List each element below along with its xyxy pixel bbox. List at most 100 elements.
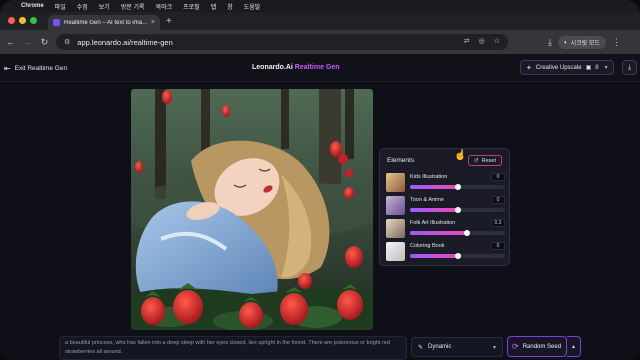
style-select-value: Dynamic	[428, 344, 452, 350]
browser-tab-strip: Realtime Gen – AI text to ima… × +	[0, 12, 640, 30]
elements-panel: Elements ↺ Reset Kids Illustration 0 Too…	[379, 148, 510, 266]
exit-label: Exit Realtime Gen	[14, 65, 68, 72]
slider-handle[interactable]	[454, 253, 461, 259]
slider-handle[interactable]	[454, 184, 461, 190]
exit-realtime-gen-button[interactable]: ⇤ Exit Realtime Gen	[4, 64, 67, 73]
brush-icon: ✎	[418, 344, 424, 351]
window-controls	[8, 17, 37, 24]
exit-arrow-icon: ⇤	[4, 64, 11, 73]
translate-icon[interactable]: ⇄	[464, 37, 470, 45]
seed-options-button[interactable]: ▴	[567, 336, 581, 357]
element-weight-slider[interactable]	[410, 207, 505, 213]
slider-fill	[410, 208, 458, 212]
app-header: ⇤ Exit Realtime Gen Leonardo.Ai Realtime…	[0, 54, 640, 82]
zoom-window-button[interactable]	[30, 17, 37, 24]
chevron-down-icon: ▾	[492, 344, 496, 351]
screen: Chrome 파일 수정 보기 방문 기록 북마크 프로필 탭 창 도움말 Re…	[0, 0, 640, 360]
element-thumbnail	[386, 242, 405, 261]
browser-toolbar: ← → ↻ ⚙ app.leonardo.ai/realtime-gen ⇄ ◎…	[0, 30, 640, 54]
brand-name: Leonardo.Ai	[252, 64, 293, 71]
element-label: Folk Art Illustration	[410, 220, 456, 226]
element-weight-input[interactable]: 0	[491, 196, 505, 204]
element-weight-input[interactable]: 0.3	[491, 219, 505, 227]
menubar-item-history[interactable]: 방문 기록	[121, 2, 145, 11]
incognito-label: 시크릿 모드	[570, 41, 600, 47]
incognito-badge[interactable]: ◐ 시크릿 모드	[557, 36, 606, 49]
menubar-item-view[interactable]: 보기	[99, 2, 110, 11]
leonardo-favicon-icon	[53, 19, 60, 26]
token-icon: ▣	[585, 65, 592, 71]
menubar-item-bookmarks[interactable]: 북마크	[156, 2, 173, 11]
element-item[interactable]: Coloring Book 0	[386, 242, 505, 262]
slider-fill	[410, 185, 458, 189]
sparkle-icon: ✦	[526, 64, 532, 72]
slider-handle[interactable]	[464, 230, 470, 236]
browser-tab-active[interactable]: Realtime Gen – AI text to ima… ×	[48, 15, 160, 30]
elements-panel-title: Elements	[387, 157, 415, 164]
element-thumbnail	[386, 219, 405, 238]
chevron-down-icon: ▾	[604, 65, 608, 71]
address-bar[interactable]: ⚙ app.leonardo.ai/realtime-gen ⇄ ◎ ☆	[56, 34, 508, 50]
close-window-button[interactable]	[8, 17, 15, 24]
menubar-item-tab[interactable]: 탭	[211, 2, 217, 11]
download-icon: ⤓	[627, 63, 632, 71]
slider-fill	[410, 254, 458, 258]
element-label: Coloring Book	[410, 243, 445, 249]
new-tab-icon[interactable]: +	[166, 16, 172, 27]
slider-fill	[410, 231, 467, 235]
element-item[interactable]: Kids Illustration 0	[386, 173, 505, 193]
slider-handle[interactable]	[454, 207, 461, 213]
url-text: app.leonardo.ai/realtime-gen	[77, 37, 173, 47]
more-menu-icon[interactable]: ⋮	[612, 37, 621, 48]
brand-accent: Realtime Gen	[294, 64, 340, 71]
refresh-icon: ⟳	[512, 342, 519, 351]
forward-arrow-icon[interactable]: →	[21, 37, 34, 47]
element-weight-input[interactable]: 0	[491, 242, 505, 250]
app-title: Leonardo.Ai Realtime Gen	[252, 64, 340, 71]
menubar-item-file[interactable]: 파일	[55, 2, 66, 11]
reset-label: Reset	[481, 157, 496, 164]
minimize-window-button[interactable]	[19, 17, 26, 24]
back-arrow-icon[interactable]: ←	[4, 37, 17, 47]
menubar-item-help[interactable]: 도움말	[244, 2, 261, 11]
menubar-app-name[interactable]: Chrome	[21, 3, 44, 9]
incognito-icon: ◐	[563, 39, 568, 46]
downloads-icon[interactable]: ⤓	[548, 37, 552, 48]
reset-elements-button[interactable]: ↺ Reset	[468, 155, 502, 166]
element-label: Toon & Anime	[410, 197, 444, 203]
close-tab-icon[interactable]: ×	[151, 19, 155, 26]
generated-image[interactable]	[131, 89, 373, 330]
download-image-button[interactable]: ⤓	[622, 60, 637, 75]
element-item[interactable]: Folk Art Illustration 0.3	[386, 219, 505, 239]
upscale-count: 8	[595, 64, 599, 71]
generated-image-art	[131, 89, 373, 330]
menubar-item-window[interactable]: 창	[227, 2, 233, 11]
chevron-up-icon: ▴	[571, 344, 575, 350]
prompt-bar: a beautiful princess, who has fallen int…	[0, 336, 640, 360]
random-seed-label: Random Seed	[522, 343, 562, 350]
element-item[interactable]: Toon & Anime 0	[386, 196, 505, 216]
reset-icon: ↺	[474, 157, 479, 164]
element-weight-slider[interactable]	[410, 253, 505, 259]
menubar-item-profiles[interactable]: 프로필	[183, 2, 200, 11]
mac-menubar: Chrome 파일 수정 보기 방문 기록 북마크 프로필 탭 창 도움말	[0, 0, 640, 12]
upscale-label: Creative Upscale	[535, 64, 582, 71]
element-label: Kids Illustration	[410, 174, 448, 180]
element-weight-slider[interactable]	[410, 230, 505, 236]
element-weight-slider[interactable]	[410, 184, 505, 190]
site-info-icon[interactable]: ⚙	[64, 38, 70, 46]
eye-off-icon[interactable]: ◎	[479, 37, 485, 45]
menubar-item-edit[interactable]: 수정	[77, 2, 88, 11]
style-select[interactable]: ✎ Dynamic ▾	[411, 337, 503, 357]
prompt-input[interactable]: a beautiful princess, who has fallen int…	[59, 336, 407, 360]
tab-title: Realtime Gen – AI text to ima…	[64, 19, 147, 26]
random-seed-button[interactable]: ⟳ Random Seed	[507, 336, 567, 357]
bookmark-star-icon[interactable]: ☆	[494, 37, 500, 45]
element-thumbnail	[386, 173, 405, 192]
mouse-cursor-icon: ☝	[454, 150, 467, 161]
creative-upscale-button[interactable]: ✦ Creative Upscale ▣ 8 ▾	[520, 60, 614, 75]
element-thumbnail	[386, 196, 405, 215]
reload-icon[interactable]: ↻	[38, 37, 51, 48]
generation-canvas: Elements ↺ Reset Kids Illustration 0 Too…	[0, 82, 640, 336]
element-weight-input[interactable]: 0	[491, 173, 505, 181]
